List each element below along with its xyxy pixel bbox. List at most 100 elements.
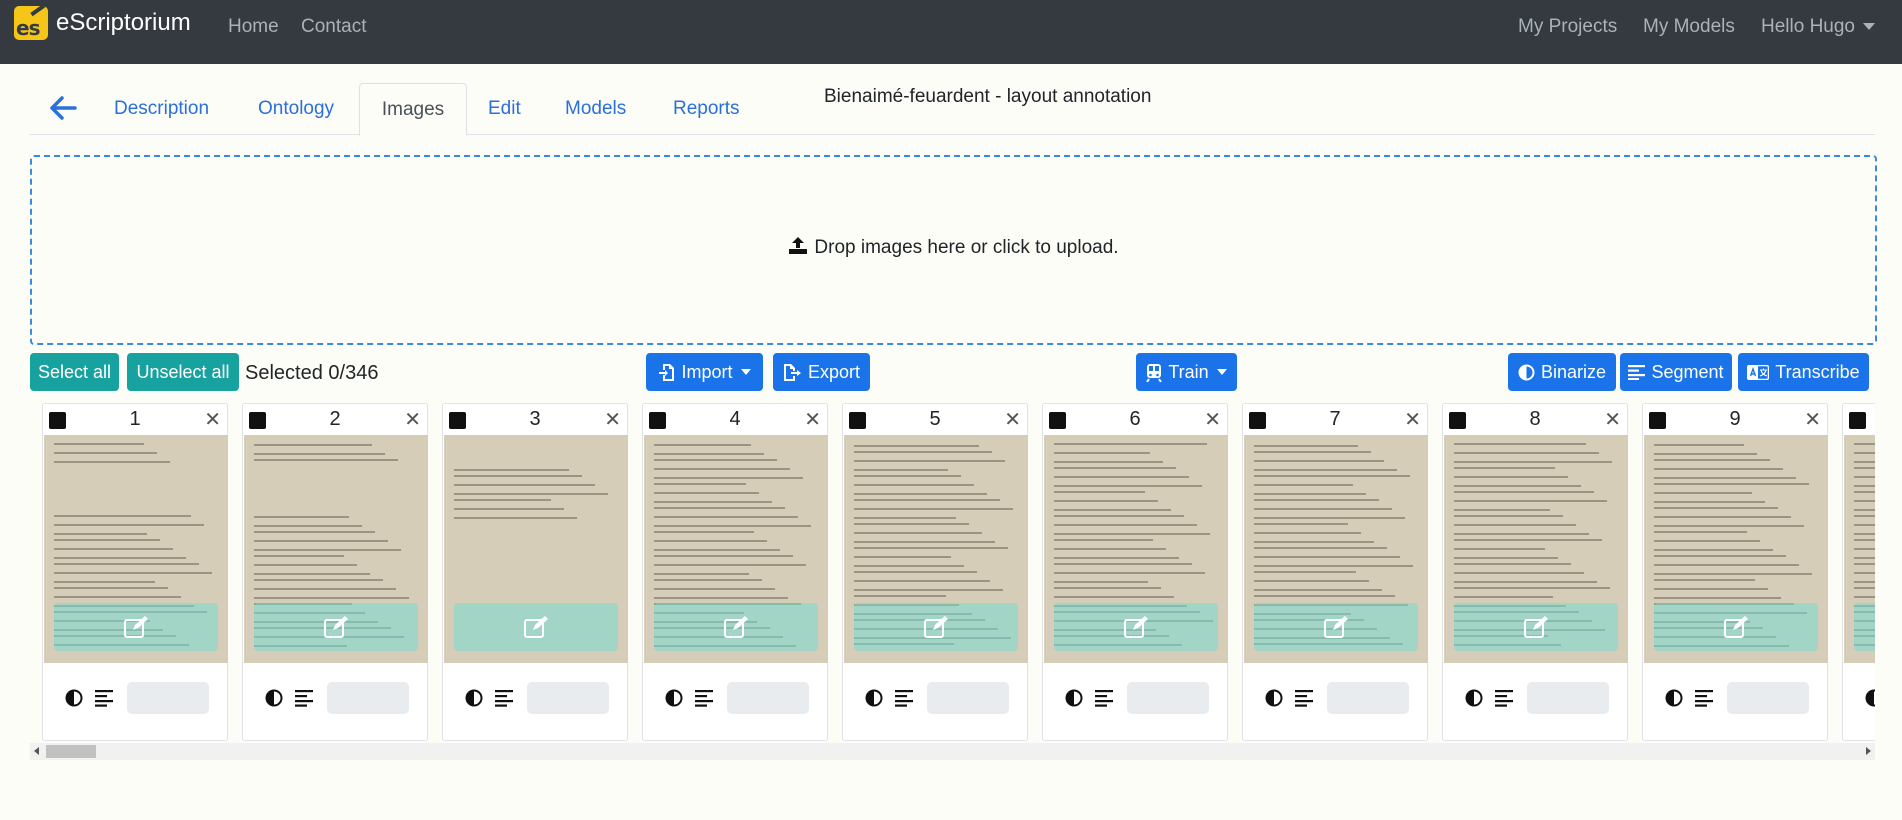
edit-icon	[1324, 616, 1348, 638]
segment-label: Segment	[1651, 361, 1724, 382]
contrast-icon[interactable]	[265, 689, 283, 707]
page-thumbnail[interactable]	[844, 435, 1028, 663]
tab-reports[interactable]: Reports	[673, 83, 740, 134]
select-all-button[interactable]: Select all	[30, 353, 119, 391]
delete-image-button[interactable]: ✕	[604, 407, 621, 432]
image-card-tools	[1443, 681, 1627, 717]
nav-my-models-link[interactable]: My Models	[1643, 16, 1735, 38]
delete-image-button[interactable]: ✕	[1604, 407, 1621, 432]
delete-image-button[interactable]: ✕	[1004, 407, 1021, 432]
delete-image-button[interactable]: ✕	[1404, 407, 1421, 432]
align-left-icon[interactable]	[1095, 689, 1113, 707]
brand-logo-icon: es	[14, 6, 48, 40]
image-card: 4 ✕	[642, 403, 828, 741]
nav-my-projects-link[interactable]: My Projects	[1518, 16, 1617, 38]
contrast-icon[interactable]	[465, 689, 483, 707]
dropzone-label: Drop images here or click to upload.	[814, 237, 1119, 258]
image-upload-dropzone[interactable]: Drop images here or click to upload.	[30, 155, 1877, 345]
delete-image-button[interactable]: ✕	[204, 407, 221, 432]
binarize-button[interactable]: Binarize	[1508, 353, 1616, 391]
tab-ontology[interactable]: Ontology	[258, 83, 334, 134]
contrast-icon[interactable]	[1065, 689, 1083, 707]
image-card	[1842, 403, 1875, 741]
upload-icon	[789, 237, 808, 254]
image-select-checkbox[interactable]	[1849, 412, 1866, 429]
edit-overlay[interactable]	[1854, 603, 1875, 651]
image-card-tools	[643, 681, 827, 717]
image-card: 2 ✕	[242, 403, 428, 741]
edit-icon	[1124, 616, 1148, 638]
user-menu-label: Hello Hugo	[1761, 16, 1855, 37]
delete-image-button[interactable]: ✕	[404, 407, 421, 432]
top-navbar: es eScriptorium Home Contact My Projects…	[0, 0, 1902, 64]
page-thumbnail[interactable]	[1844, 435, 1875, 663]
edit-icon	[724, 616, 748, 638]
tab-models[interactable]: Models	[565, 83, 626, 134]
nav-contact-link[interactable]: Contact	[301, 16, 366, 38]
align-left-icon[interactable]	[1495, 689, 1513, 707]
train-dropdown-button[interactable]: Train	[1136, 353, 1237, 391]
transcription-status-box	[1727, 682, 1809, 714]
scrollbar-thumb[interactable]	[46, 745, 96, 758]
image-number: 4	[729, 408, 741, 430]
edit-icon	[324, 616, 348, 638]
transcription-status-box	[527, 682, 609, 714]
tab-edit[interactable]: Edit	[488, 83, 521, 134]
image-number: 2	[329, 408, 341, 430]
nav-home-link[interactable]: Home	[228, 16, 279, 38]
image-card-tools	[243, 681, 427, 717]
page-thumbnail[interactable]	[1444, 435, 1628, 663]
horizontal-scrollbar[interactable]	[30, 743, 1875, 760]
align-left-icon[interactable]	[295, 689, 313, 707]
unselect-all-button[interactable]: Unselect all	[127, 353, 239, 391]
edit-icon	[1724, 616, 1748, 638]
edit-icon	[924, 616, 948, 638]
page-thumbnail[interactable]	[444, 435, 628, 663]
transcribe-button[interactable]: Transcribe	[1738, 353, 1869, 391]
transcription-status-box	[727, 682, 809, 714]
contrast-icon[interactable]	[865, 689, 883, 707]
scroll-left-arrow-icon[interactable]	[34, 747, 39, 755]
align-left-icon[interactable]	[1295, 689, 1313, 707]
page-thumbnail[interactable]	[244, 435, 428, 663]
contrast-icon[interactable]	[1265, 689, 1283, 707]
align-left-icon[interactable]	[95, 689, 113, 707]
contrast-icon[interactable]	[1865, 689, 1875, 707]
delete-image-button[interactable]: ✕	[1204, 407, 1221, 432]
delete-image-button[interactable]: ✕	[1804, 407, 1821, 432]
contrast-icon[interactable]	[1665, 689, 1683, 707]
delete-image-button[interactable]: ✕	[804, 407, 821, 432]
page-thumbnail[interactable]	[1644, 435, 1828, 663]
import-dropdown-button[interactable]: Import	[646, 353, 763, 391]
contrast-icon[interactable]	[65, 689, 83, 707]
scroll-right-arrow-icon[interactable]	[1866, 747, 1871, 755]
image-card: 3 ✕	[442, 403, 628, 741]
file-export-icon	[783, 363, 801, 381]
segment-button[interactable]: Segment	[1620, 353, 1732, 391]
import-label: Import	[681, 361, 733, 382]
tab-description[interactable]: Description	[114, 83, 209, 134]
chevron-down-icon	[1216, 369, 1227, 375]
page-thumbnail[interactable]	[1244, 435, 1428, 663]
page-thumbnail[interactable]	[1044, 435, 1228, 663]
image-card-tools	[1243, 681, 1427, 717]
contrast-icon[interactable]	[665, 689, 683, 707]
image-card: 7 ✕	[1242, 403, 1428, 741]
user-menu-toggle[interactable]: Hello Hugo	[1761, 16, 1875, 38]
contrast-icon[interactable]	[1465, 689, 1483, 707]
align-left-icon[interactable]	[1695, 689, 1713, 707]
align-left-icon[interactable]	[495, 689, 513, 707]
align-left-icon[interactable]	[895, 689, 913, 707]
image-number: 9	[1729, 408, 1741, 430]
image-card: 6 ✕	[1042, 403, 1228, 741]
export-button[interactable]: Export	[773, 353, 870, 391]
tab-images[interactable]: Images	[359, 83, 467, 136]
page-thumbnail[interactable]	[44, 435, 228, 663]
binarize-label: Binarize	[1540, 361, 1607, 382]
page-thumbnail[interactable]	[644, 435, 828, 663]
image-card-tools	[1043, 681, 1227, 717]
brand[interactable]: es eScriptorium	[14, 6, 191, 40]
align-left-icon[interactable]	[695, 689, 713, 707]
arrow-left-icon[interactable]	[48, 93, 78, 123]
language-icon	[1747, 364, 1770, 380]
